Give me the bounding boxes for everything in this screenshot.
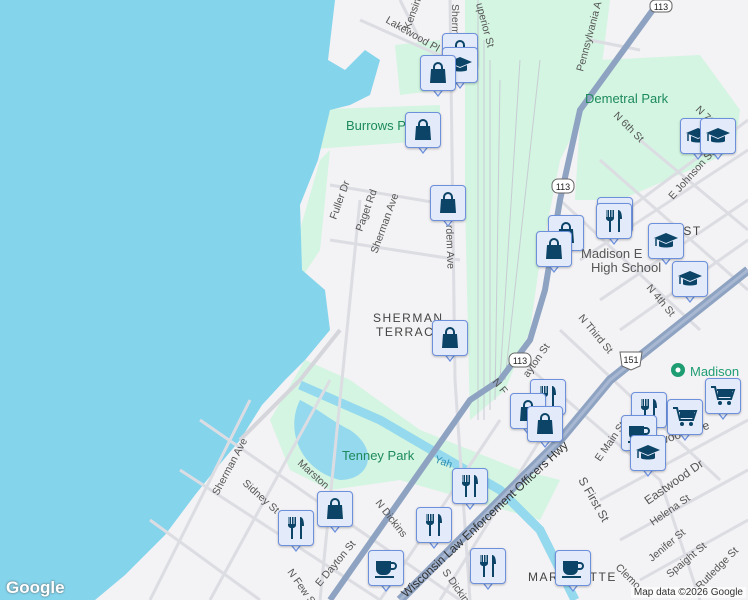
- map-marker-coffee-cup[interactable]: [555, 550, 591, 594]
- marker-box: [432, 320, 468, 356]
- map-marker-shopping-bag[interactable]: [527, 406, 563, 450]
- marker-box: [368, 550, 404, 586]
- route-113-label: 113: [654, 2, 668, 12]
- graduation-cap-icon: [677, 267, 703, 291]
- marker-box: [648, 223, 684, 259]
- marker-box: [630, 435, 666, 471]
- fork-knife-icon: [284, 515, 308, 541]
- shopping-bag-icon: [542, 237, 566, 261]
- shopping-bag-icon: [438, 326, 462, 350]
- marker-box: [555, 550, 591, 586]
- map-marker-graduation-cap[interactable]: [630, 435, 666, 479]
- marker-box: [405, 112, 441, 148]
- fork-knife-icon: [602, 208, 626, 234]
- park-label: Burrows P: [346, 118, 406, 133]
- place-label: Madison: [690, 364, 739, 379]
- google-logo: Google: [6, 578, 65, 597]
- street-label: Sherm: [449, 4, 461, 35]
- shopping-bag-icon: [436, 191, 460, 215]
- marker-box: [527, 406, 563, 442]
- park-label: Demetral Park: [585, 91, 669, 106]
- map-marker-fork-knife[interactable]: [470, 548, 506, 592]
- map-marker-fork-knife[interactable]: [278, 510, 314, 554]
- marker-box: [420, 55, 456, 91]
- shopping-bag-icon: [426, 61, 450, 85]
- graduation-cap-icon: [705, 124, 731, 148]
- route-113-label: 113: [556, 182, 570, 192]
- map-marker-shopping-bag[interactable]: [536, 231, 572, 275]
- street-label: N Few St: [285, 567, 320, 600]
- marker-box: [317, 491, 353, 527]
- route-shield-113: 113: [649, 0, 673, 13]
- shopping-bag-icon: [323, 497, 347, 521]
- fork-knife-icon: [458, 473, 482, 499]
- shopping-cart-icon: [672, 405, 698, 429]
- graduation-cap-icon: [653, 229, 679, 253]
- map-marker-coffee-cup[interactable]: [368, 550, 404, 594]
- map-marker-shopping-bag[interactable]: [420, 55, 456, 99]
- marker-box: [672, 261, 708, 297]
- neighborhood-label: TERRAC: [376, 325, 434, 339]
- map-marker-fork-knife[interactable]: [452, 468, 488, 512]
- marker-box: [596, 203, 632, 239]
- marker-box: [705, 378, 741, 414]
- fork-knife-icon: [476, 553, 500, 579]
- map-marker-fork-knife[interactable]: [596, 203, 632, 247]
- route-shield-113: 113: [551, 178, 575, 194]
- map-marker-graduation-cap[interactable]: [672, 261, 708, 305]
- marker-box: [452, 468, 488, 504]
- graduation-cap-icon: [635, 441, 661, 465]
- school-label: Madison E: [581, 246, 643, 261]
- marker-box: [667, 399, 703, 435]
- shopping-bag-icon: [411, 118, 435, 142]
- map-marker-shopping-cart[interactable]: [705, 378, 741, 422]
- fork-knife-icon: [422, 512, 446, 538]
- shopping-cart-icon: [710, 384, 736, 408]
- map-marker-fork-knife[interactable]: [416, 507, 452, 551]
- coffee-cup-icon: [560, 556, 586, 580]
- map-marker-shopping-cart[interactable]: [667, 399, 703, 443]
- marker-box: [700, 118, 736, 154]
- marker-box: [470, 548, 506, 584]
- marker-box: [416, 507, 452, 543]
- route-151-label: 151: [623, 355, 638, 365]
- street-label: S First St: [575, 475, 612, 525]
- park-label: Tenney Park: [342, 448, 415, 463]
- place-pin-madison[interactable]: Madison: [671, 363, 739, 379]
- marker-box: [278, 510, 314, 546]
- map-marker-graduation-cap[interactable]: [700, 118, 736, 162]
- marker-box: [536, 231, 572, 267]
- map-canvas[interactable]: 113 113 113 151 Sherm uperior St Kensin …: [0, 0, 748, 600]
- map-marker-shopping-bag[interactable]: [405, 112, 441, 156]
- shopping-bag-icon: [533, 412, 557, 436]
- street-label: rdem Ave: [443, 225, 457, 270]
- map-marker-shopping-bag[interactable]: [317, 491, 353, 535]
- map-marker-shopping-bag[interactable]: [430, 185, 466, 229]
- route-113-label: 113: [513, 356, 527, 366]
- map-credit[interactable]: Map data ©2026 Google: [630, 587, 746, 598]
- coffee-cup-icon: [373, 556, 399, 580]
- marker-box: [430, 185, 466, 221]
- map-marker-shopping-bag[interactable]: [432, 320, 468, 364]
